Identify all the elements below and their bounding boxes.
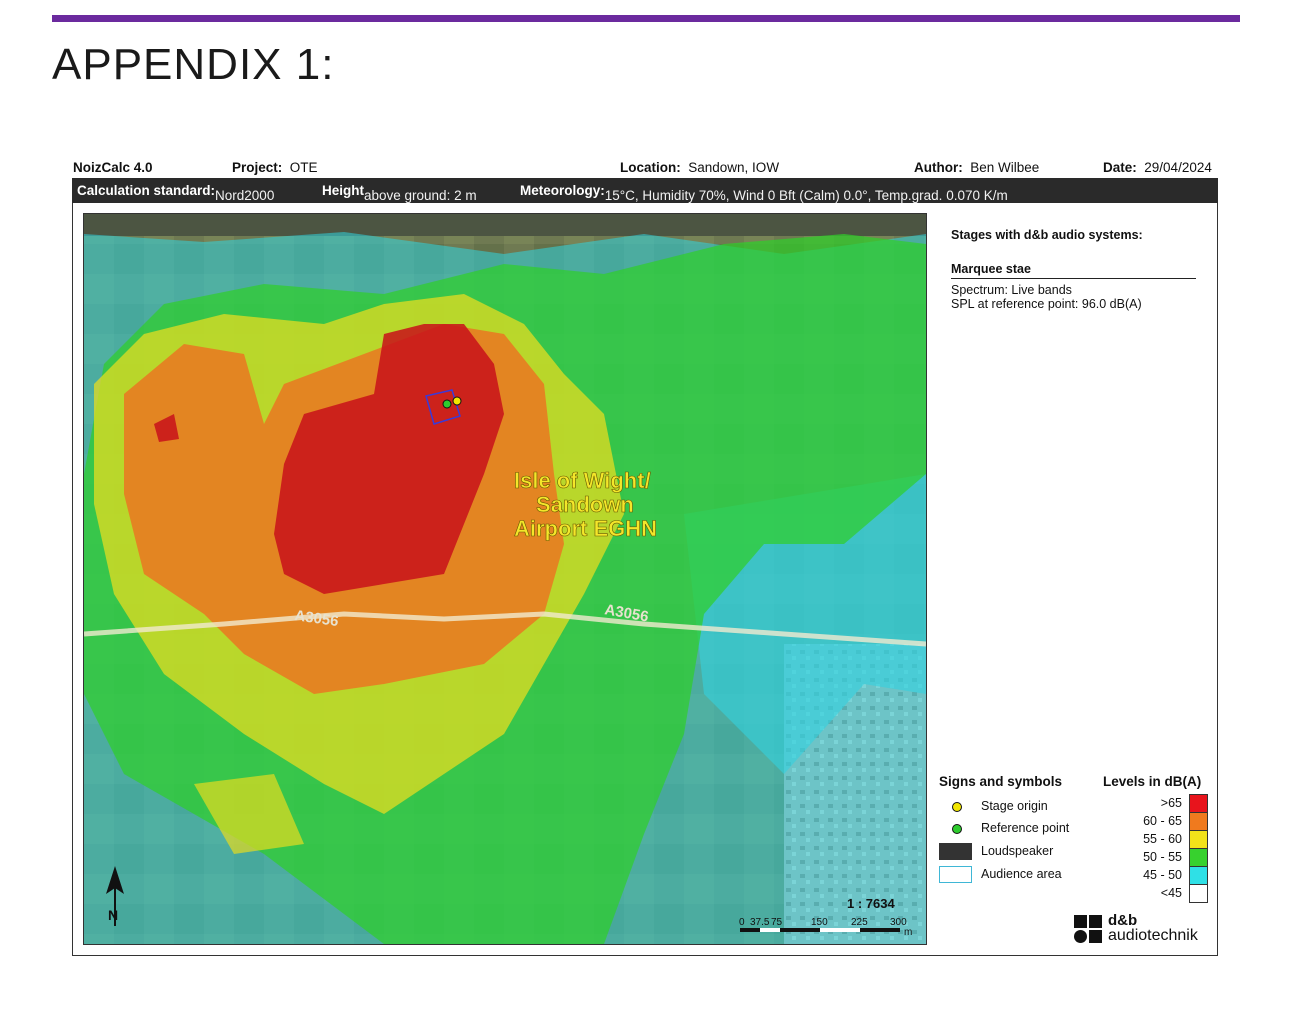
loudspeaker-icon [939, 843, 972, 860]
author-field: Author: Ben Wilbee [914, 160, 1040, 175]
logo-square-icon [1074, 915, 1087, 928]
place-label-3: Airport EGHN [514, 516, 657, 541]
scale-tick-4: 225 [851, 917, 868, 928]
page-title: APPENDIX 1: [52, 40, 335, 89]
location-field: Location: Sandown, IOW [620, 160, 780, 175]
reference-point-marker [442, 399, 452, 409]
place-label-1: Isle of Wight/ [514, 468, 651, 493]
stage-origin-marker [452, 396, 462, 406]
stage-origin-icon [952, 802, 962, 812]
signs-title: Signs and symbols [939, 774, 1063, 789]
level-row-under-45: <45 [1120, 884, 1210, 903]
level-swatch [1189, 884, 1208, 903]
level-swatch [1189, 848, 1208, 867]
place-label-2: Sandown [536, 492, 634, 517]
stage-name: Marquee stae [951, 262, 1031, 276]
project-field: Project: OTE [232, 160, 318, 175]
tree-line [84, 214, 926, 236]
stage-spectrum: Spectrum: Live bands [951, 283, 1072, 297]
scale-unit: m [904, 927, 912, 938]
reference-point-icon [952, 824, 962, 834]
level-swatch [1189, 794, 1208, 813]
level-row-over-65: >65 [1120, 794, 1210, 813]
calc-height: Height above ground: 2 m [322, 183, 477, 203]
level-row-50-55: 50 - 55 [1120, 848, 1210, 867]
stages-title: Stages with d&b audio systems: [951, 228, 1143, 242]
level-row-45-50: 45 - 50 [1120, 866, 1210, 885]
scale-tick-3: 150 [811, 917, 828, 928]
level-swatch [1189, 830, 1208, 849]
logo-circle-icon [1074, 930, 1087, 943]
audience-area-icon [939, 866, 972, 883]
level-row-60-65: 60 - 65 [1120, 812, 1210, 831]
logo-square-icon [1089, 915, 1102, 928]
noise-map[interactable]: Isle of Wight/ Sandown Airport EGHN A305… [83, 213, 927, 945]
calc-meteorology: Meteorology: 15°C, Humidity 70%, Wind 0 … [520, 183, 1008, 203]
scale-tick-2: 75 [771, 917, 783, 928]
brand-line-2: audiotechnik [1108, 927, 1198, 944]
calculation-bar: Calculation standard: Nord2000 Height ab… [72, 178, 1218, 203]
level-swatch [1189, 866, 1208, 885]
scale-ratio: 1 : 7634 [847, 896, 895, 911]
level-swatch [1189, 812, 1208, 831]
logo-square-icon [1089, 930, 1102, 943]
scale-tick-1: 37.5 [750, 917, 770, 928]
calc-standard: Calculation standard: Nord2000 [77, 183, 275, 203]
levels-title: Levels in dB(A) [1103, 774, 1202, 789]
accent-rule [52, 15, 1240, 22]
level-row-55-60: 55 - 60 [1120, 830, 1210, 849]
date-field: Date: 29/04/2024 [1103, 160, 1212, 175]
scale-tick-0: 0 [739, 917, 745, 928]
stage-divider [951, 278, 1196, 279]
north-label: N [108, 907, 118, 923]
stage-spl: SPL at reference point: 96.0 dB(A) [951, 297, 1142, 311]
software-name: NoizCalc 4.0 [73, 160, 153, 175]
